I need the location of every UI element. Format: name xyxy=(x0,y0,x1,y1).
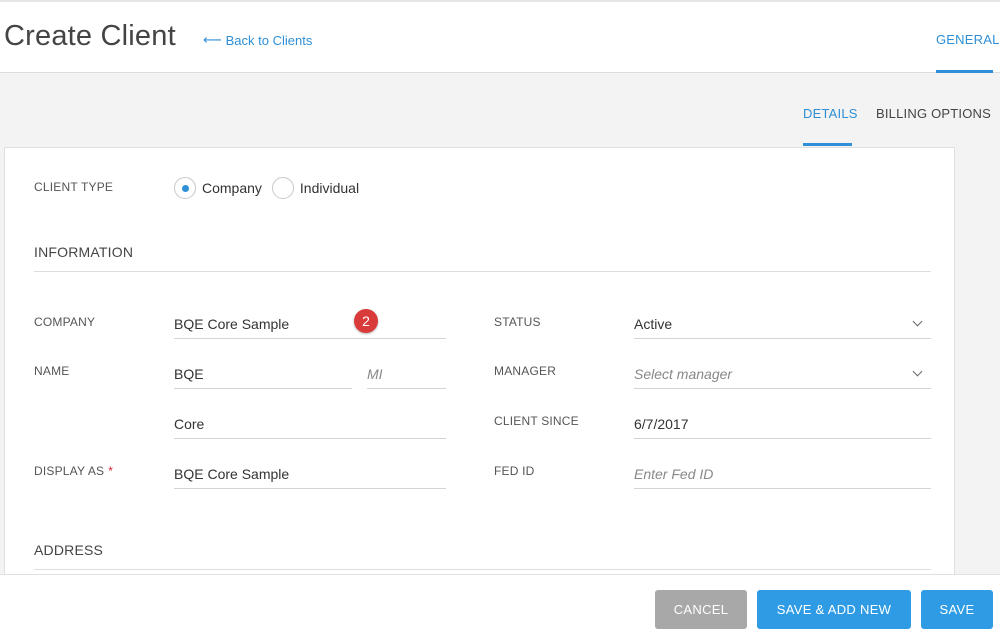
address-section-title: ADDRESS xyxy=(34,542,104,558)
back-to-clients-link[interactable]: ⟵ Back to Clients xyxy=(203,32,312,48)
client-type-label: CLIENT TYPE xyxy=(34,180,114,194)
fed-id-placeholder: Enter Fed ID xyxy=(634,466,714,482)
client-since-value: 6/7/2017 xyxy=(634,416,689,432)
name-label: NAME xyxy=(34,364,70,378)
cancel-button[interactable]: CANCEL xyxy=(655,590,747,629)
display-as-label-text: DISPLAY AS xyxy=(34,464,105,478)
radio-unchecked-icon xyxy=(271,177,294,199)
display-as-input[interactable]: BQE Core Sample xyxy=(174,460,446,489)
subtab-details-indicator xyxy=(803,143,852,146)
address-divider xyxy=(34,569,931,570)
company-input[interactable]: BQE Core Sample xyxy=(174,310,446,339)
subtabs: DETAILS BILLING OPTIONS xyxy=(0,106,1000,146)
display-as-label: DISPLAY AS * xyxy=(34,464,113,478)
middle-initial-placeholder: MI xyxy=(367,366,383,382)
status-select[interactable]: Active xyxy=(634,310,931,339)
last-name-input[interactable]: Core xyxy=(174,410,446,439)
manager-label: MANAGER xyxy=(494,364,557,378)
fed-id-label: FED ID xyxy=(494,464,535,478)
last-name-value: Core xyxy=(174,416,205,432)
status-value: Active xyxy=(634,316,673,332)
arrow-left-icon: ⟵ xyxy=(203,32,222,47)
radio-company-label: Company xyxy=(202,180,262,196)
middle-initial-input[interactable]: MI xyxy=(367,360,446,389)
subtab-details[interactable]: DETAILS xyxy=(803,106,858,121)
manager-select[interactable]: Select manager xyxy=(634,360,931,389)
client-since-label: CLIENT SINCE xyxy=(494,414,579,428)
first-name-input[interactable]: BQE xyxy=(174,360,352,389)
client-since-input[interactable]: 6/7/2017 xyxy=(634,410,931,439)
fed-id-input[interactable]: Enter Fed ID xyxy=(634,460,931,489)
information-section-title: INFORMATION xyxy=(34,244,134,260)
form-footer: CANCEL SAVE & ADD NEW SAVE xyxy=(0,574,1000,642)
back-link-label: Back to Clients xyxy=(225,32,313,48)
radio-checked-icon xyxy=(174,177,196,199)
subtab-billing-options[interactable]: BILLING OPTIONS xyxy=(876,106,991,121)
tab-general-indicator xyxy=(936,70,993,73)
display-as-value: BQE Core Sample xyxy=(174,466,290,482)
required-asterisk: * xyxy=(108,464,114,478)
manager-placeholder: Select manager xyxy=(634,366,733,382)
company-label: COMPANY xyxy=(34,315,96,329)
save-button[interactable]: SAVE xyxy=(921,590,993,629)
save-and-add-new-button[interactable]: SAVE & ADD NEW xyxy=(757,590,911,629)
status-label: STATUS xyxy=(494,315,541,329)
top-bar: Create Client ⟵ Back to Clients GENERAL xyxy=(0,0,1000,73)
radio-individual-label: Individual xyxy=(299,180,360,196)
first-name-value: BQE xyxy=(174,366,204,382)
tab-general[interactable]: GENERAL xyxy=(936,32,1000,47)
company-input-value: BQE Core Sample xyxy=(174,316,290,332)
information-divider xyxy=(34,271,931,272)
radio-individual[interactable]: Individual xyxy=(271,177,360,199)
client-type-radio-group: Company Individual xyxy=(174,177,369,199)
page-title: Create Client xyxy=(4,20,176,52)
step-badge: 2 xyxy=(354,309,378,333)
radio-company[interactable]: Company xyxy=(174,177,262,199)
